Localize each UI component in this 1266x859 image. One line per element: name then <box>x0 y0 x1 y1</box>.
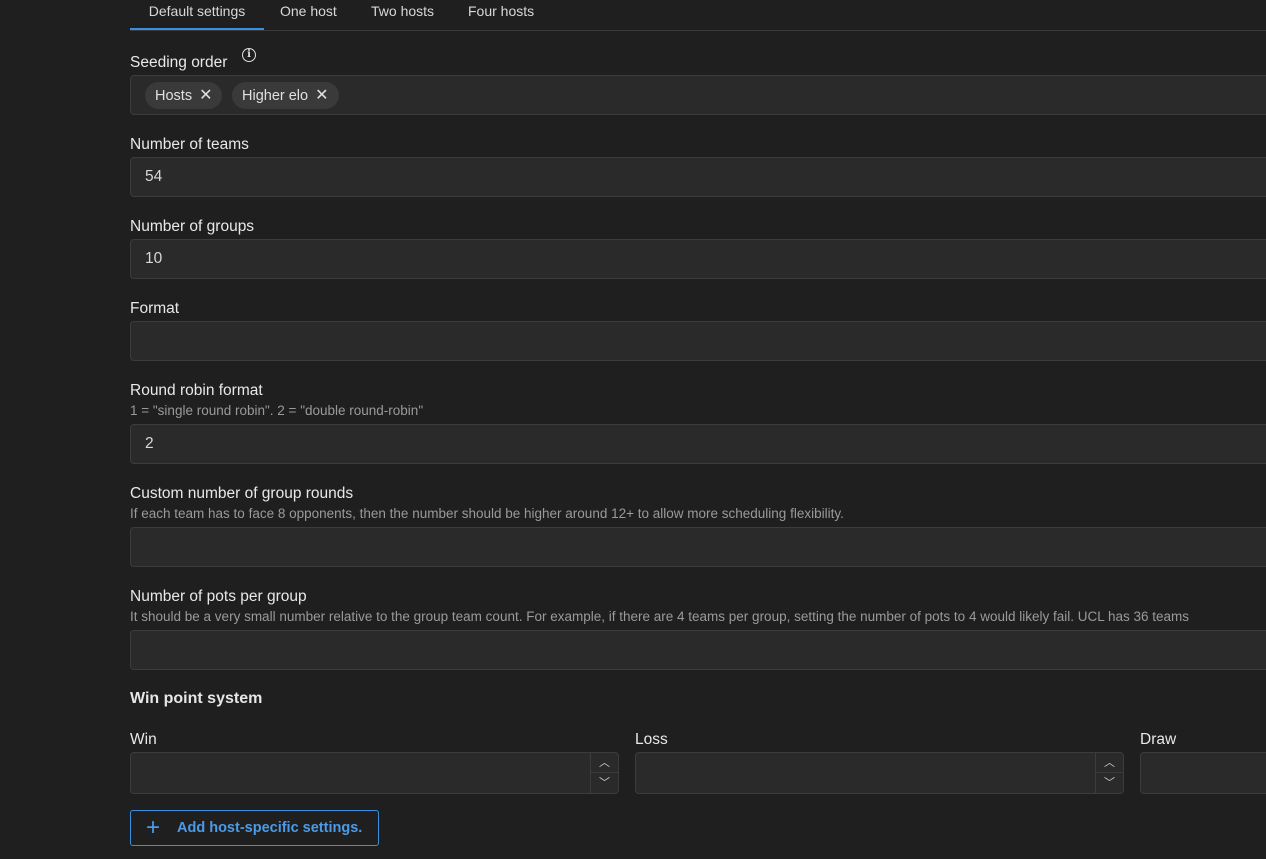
seeding-chip-hosts: Hosts ✕ <box>145 82 223 109</box>
format-input[interactable] <box>130 321 1266 361</box>
round-robin-format-description: 1 = "single round robin". 2 = "double ro… <box>130 403 424 418</box>
number-of-groups-input[interactable]: 10 <box>130 239 1266 279</box>
seeding-chip-higher-elo: Higher elo ✕ <box>232 82 339 109</box>
win-stepper: ︿ ﹀ <box>590 753 618 793</box>
loss-label: Loss <box>635 731 668 748</box>
loss-stepper: ︿ ﹀ <box>1095 753 1123 793</box>
settings-page: Default settings One host Two hosts Four… <box>0 0 1266 859</box>
pots-per-group-description: It should be a very small number relativ… <box>130 609 1190 624</box>
remove-chip-icon[interactable]: ✕ <box>199 82 212 109</box>
custom-group-rounds-label: Custom number of group rounds <box>130 485 354 502</box>
draw-label: Draw <box>1140 731 1177 748</box>
loss-number-input[interactable]: ︿ ﹀ <box>635 752 1124 794</box>
draw-number-input[interactable] <box>1140 752 1266 794</box>
round-robin-format-label: Round robin format <box>130 382 263 399</box>
win-number-input[interactable]: ︿ ﹀ <box>130 752 619 794</box>
custom-group-rounds-input[interactable] <box>130 527 1266 567</box>
tab-one-host[interactable]: One host <box>280 0 337 30</box>
number-of-groups-label: Number of groups <box>130 218 255 235</box>
win-point-system-title: Win point system <box>130 690 263 707</box>
plus-icon: + <box>146 814 161 841</box>
chevron-down-icon[interactable]: ﹀ <box>591 773 618 793</box>
chevron-up-icon[interactable]: ︿ <box>591 753 618 773</box>
custom-group-rounds-description: If each team has to face 8 opponents, th… <box>130 506 844 521</box>
number-of-teams-label: Number of teams <box>130 136 249 153</box>
number-of-teams-input[interactable]: 54 <box>130 157 1266 197</box>
info-icon[interactable]: i <box>242 48 256 62</box>
pots-per-group-input[interactable] <box>130 630 1266 670</box>
add-button-label: Add host-specific settings. <box>177 820 363 836</box>
chevron-up-icon[interactable]: ︿ <box>1096 753 1123 773</box>
seeding-order-label: Seeding order <box>130 54 228 71</box>
chip-label: Higher elo <box>242 88 309 104</box>
chevron-down-icon[interactable]: ﹀ <box>1096 773 1123 793</box>
round-robin-format-input[interactable]: 2 <box>130 424 1266 464</box>
win-label: Win <box>130 731 157 748</box>
tab-two-hosts[interactable]: Two hosts <box>371 0 434 30</box>
tab-four-hosts[interactable]: Four hosts <box>468 0 534 30</box>
format-label: Format <box>130 300 180 317</box>
add-host-specific-settings-button[interactable]: + Add host-specific settings. <box>130 810 379 846</box>
pots-per-group-label: Number of pots per group <box>130 588 307 605</box>
chip-label: Hosts <box>155 88 193 104</box>
tab-default-settings[interactable]: Default settings <box>130 0 264 30</box>
remove-chip-icon[interactable]: ✕ <box>315 82 328 109</box>
tab-bar: Default settings One host Two hosts Four… <box>130 0 1266 31</box>
